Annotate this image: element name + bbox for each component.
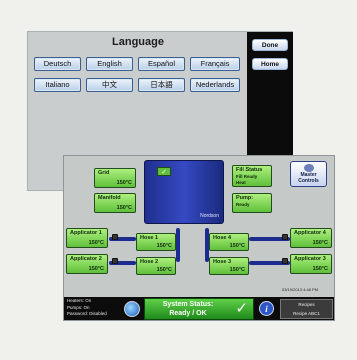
applicator-4-zone[interactable]: Applicator 4 150°C (290, 228, 332, 248)
recipes-button[interactable]: Recipes Recipe ABC1 (280, 299, 333, 319)
applicator-1-zone[interactable]: Applicator 1 150°C (66, 228, 108, 248)
applicator-2-temp: 150°C (88, 266, 104, 272)
system-status-box[interactable]: System Status: Ready / OK ✓ (144, 298, 254, 320)
pump-status: Ready (236, 202, 250, 207)
master-controls-label: Master Controls (298, 172, 319, 184)
recipe-name: Recipe ABC1 (293, 311, 320, 316)
applicator-3-temp: 150°C (312, 266, 328, 272)
system-indicators: Heaters: On Pumps: On Password: Disabled (67, 298, 107, 318)
hose-3-zone[interactable]: Hose 3 150°C (209, 257, 249, 275)
language-button-deutsch[interactable]: Deutsch (34, 57, 81, 71)
fill-status-title: Fill Status (236, 167, 263, 173)
done-button[interactable]: Done (252, 39, 288, 51)
manifold-temp: 150°C (116, 205, 132, 211)
grid-label: Grid (98, 170, 110, 176)
hose-1-temp: 150°C (156, 243, 172, 249)
hose-4-temp: 150°C (229, 243, 245, 249)
home-button[interactable]: Home (252, 58, 288, 70)
fill-status-line1: Fill Ready (236, 174, 258, 179)
info-icon[interactable]: i (259, 301, 274, 316)
hose-2-label: Hose 2 (140, 259, 159, 265)
language-button-espanol[interactable]: Español (138, 57, 185, 71)
hose-left-riser (176, 228, 180, 262)
hose-4-label: Hose 4 (213, 235, 232, 241)
applicator-4-temp: 150°C (312, 240, 328, 246)
melter-screen: Grid 150°C Manifold 150°C ✓ Nordson Fill… (63, 155, 335, 321)
fill-status-box[interactable]: Fill Status Fill Ready Heat (232, 165, 272, 187)
hose-1-label: Hose 1 (140, 235, 159, 241)
connector-icon (282, 234, 288, 240)
connector-icon (282, 258, 288, 264)
hose-4-zone[interactable]: Hose 4 150°C (209, 233, 249, 251)
system-status-title: System Status: (162, 301, 214, 308)
hose-1-zone[interactable]: Hose 1 150°C (136, 233, 176, 251)
applicator-2-label: Applicator 2 (70, 256, 102, 262)
applicator-1-temp: 150°C (88, 240, 104, 246)
check-icon: ✓ (235, 300, 248, 317)
recipes-label: Recipes (298, 302, 315, 307)
applicator-4-label: Applicator 4 (294, 230, 326, 236)
hose-right-riser (205, 228, 209, 262)
pumps-status: Pumps: On (67, 304, 90, 310)
applicator-3-label: Applicator 3 (294, 256, 326, 262)
manifold-label: Manifold (98, 195, 121, 201)
unit-brand-logo: Nordson (200, 213, 219, 219)
language-button-nederlands[interactable]: Nederlands (190, 78, 240, 92)
manifold-zone[interactable]: Manifold 150°C (94, 193, 136, 213)
hose-2-zone[interactable]: Hose 2 150°C (136, 257, 176, 275)
unit-check-icon: ✓ (157, 167, 171, 176)
connector-icon (112, 258, 118, 264)
hose-3-temp: 150°C (229, 267, 245, 273)
hose-2-temp: 150°C (156, 267, 172, 273)
heaters-status: Heaters: On (67, 298, 92, 303)
grid-zone[interactable]: Grid 150°C (94, 168, 136, 188)
fill-status-line2: Heat (236, 180, 246, 185)
password-status: Password: Disabled (67, 311, 107, 316)
language-button-english[interactable]: English (86, 57, 133, 71)
connector-icon (112, 234, 118, 240)
language-button-italiano[interactable]: Italiano (34, 78, 81, 92)
gear-icon (303, 164, 314, 172)
timestamp: 03/19/2013 4:46 PM (282, 287, 319, 292)
language-button-japanese[interactable]: 日本語 (138, 78, 185, 92)
grid-temp: 150°C (116, 180, 132, 186)
applicator-2-zone[interactable]: Applicator 2 150°C (66, 254, 108, 274)
master-controls-button[interactable]: Master Controls (290, 161, 327, 187)
language-title: Language (112, 36, 164, 48)
hose-3-label: Hose 3 (213, 259, 232, 265)
pump-title: Pump: (236, 195, 254, 201)
language-button-francais[interactable]: Français (190, 57, 240, 71)
status-bar: Heaters: On Pumps: On Password: Disabled… (64, 297, 334, 320)
applicator-3-zone[interactable]: Applicator 3 150°C (290, 254, 332, 274)
applicator-1-label: Applicator 1 (70, 230, 102, 236)
pump-box[interactable]: Pump: Ready (232, 193, 272, 213)
melter-unit-image: ✓ Nordson (144, 160, 224, 224)
language-globe-icon[interactable] (124, 301, 140, 317)
system-status-value: Ready / OK (169, 310, 207, 317)
language-button-chinese[interactable]: 中文 (86, 78, 133, 92)
